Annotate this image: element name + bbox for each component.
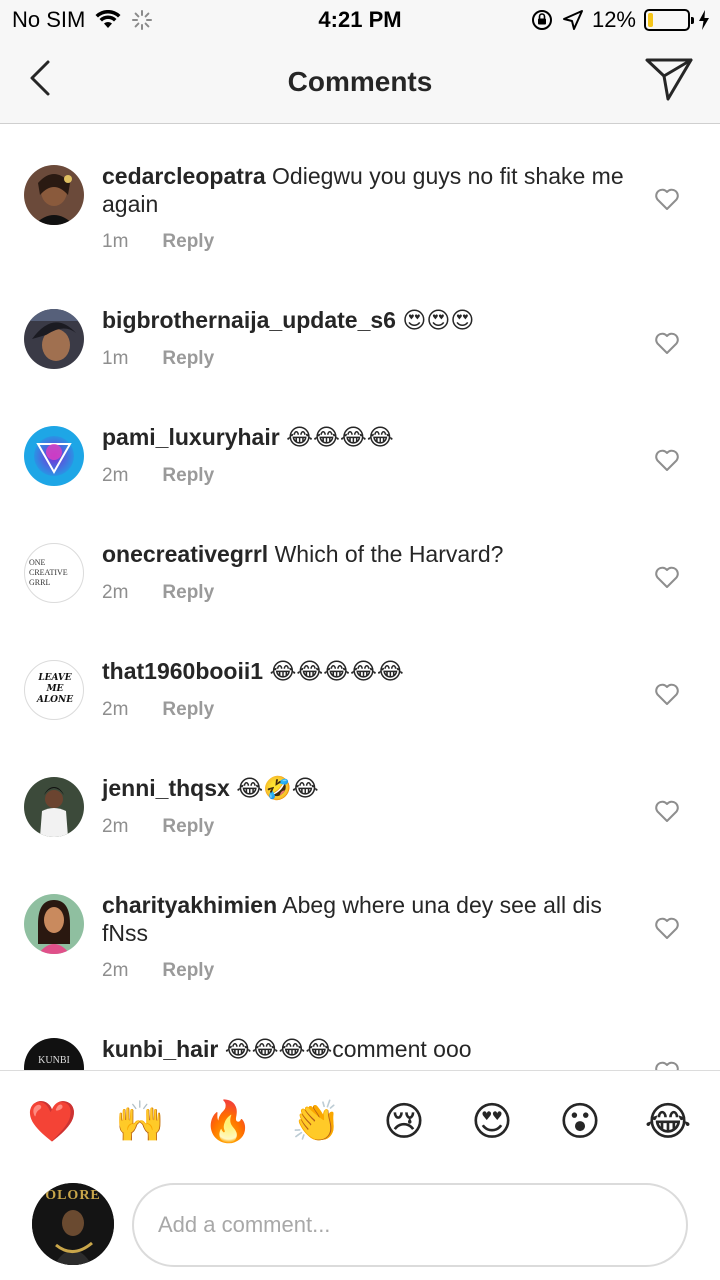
comment-meta: 2m Reply <box>102 960 214 982</box>
heart-icon[interactable] <box>654 565 680 589</box>
comment-time: 2m <box>102 699 129 720</box>
quick-emoji-clap[interactable]: 👏 <box>291 1097 341 1147</box>
location-arrow-icon <box>562 10 583 30</box>
status-bar: No SIM 4:21 PM 12% <box>0 0 720 40</box>
avatar[interactable]: ONE CREATIVE GRRL <box>24 543 84 603</box>
reply-button[interactable]: Reply <box>162 699 214 721</box>
avatar[interactable] <box>24 777 84 837</box>
comment-message: 😂🤣😂 <box>236 775 319 801</box>
comment-username[interactable]: kunbi_hair <box>102 1036 218 1062</box>
quick-emoji-heart-eyes[interactable]: 😍 <box>467 1097 517 1147</box>
comment-text: bigbrothernaija_update_s6 😍😍😍 <box>102 306 632 334</box>
quick-emoji-laughing[interactable]: 😂 <box>643 1097 693 1147</box>
comment-message: Which of the Harvard? <box>274 541 504 567</box>
comment-text: onecreativegrrl Which of the Harvard? <box>102 540 632 568</box>
avatar[interactable] <box>24 309 84 369</box>
comment-message: 😂😂😂😂 <box>286 424 394 450</box>
heart-icon[interactable] <box>654 916 680 940</box>
avatar-logo-text: ONE CREATIVE GRRL <box>29 558 68 587</box>
comment-username[interactable]: jenni_thqsx <box>102 775 230 801</box>
battery-fill <box>648 13 653 27</box>
comment-meta: 1m Reply <box>102 231 214 253</box>
comment-meta: 2m Reply <box>102 816 214 838</box>
paper-plane-icon[interactable] <box>644 56 694 102</box>
avatar-logo-text: LEAVE ME ALONE <box>36 673 74 705</box>
comment-input[interactable] <box>132 1183 688 1267</box>
comment-text: jenni_thqsx 😂🤣😂 <box>102 774 632 802</box>
quick-emoji-surprised[interactable]: 😮 <box>555 1097 605 1147</box>
comment-time: 2m <box>102 582 129 603</box>
comment-meta: 1m Reply <box>102 348 214 370</box>
quick-emoji-raised-hands[interactable]: 🙌 <box>115 1097 165 1147</box>
reply-button[interactable]: Reply <box>162 231 214 253</box>
comment-time: 2m <box>102 465 129 486</box>
heart-icon[interactable] <box>654 799 680 823</box>
comment-time: 2m <box>102 960 129 981</box>
comment-username[interactable]: charityakhimien <box>102 892 277 918</box>
page-title: Comments <box>287 66 433 97</box>
reply-button[interactable]: Reply <box>162 816 214 838</box>
orientation-lock-icon <box>531 10 552 30</box>
nav-bar: Comments <box>0 40 720 124</box>
current-user-avatar-text: OLORE <box>45 1188 101 1203</box>
avatar[interactable]: KUNBI <box>24 1038 84 1070</box>
status-right: 12% <box>530 7 710 33</box>
current-user-avatar: OLORE <box>32 1183 114 1265</box>
comment-message: 😍😍😍 <box>402 307 475 333</box>
quick-emoji-fire[interactable]: 🔥 <box>203 1097 253 1147</box>
comment-text: pami_luxuryhair 😂😂😂😂 <box>102 423 632 451</box>
reply-button[interactable]: Reply <box>162 348 214 370</box>
comment-text: charityakhimien Abeg where una dey see a… <box>102 891 632 947</box>
heart-icon[interactable] <box>654 1060 680 1070</box>
heart-icon[interactable] <box>654 187 680 211</box>
battery-percent: 12% <box>591 7 636 32</box>
comment-username[interactable]: that1960booii1 <box>102 658 263 684</box>
comment-text: kunbi_hair 😂😂😂😂comment ooo <box>102 1035 632 1063</box>
avatar[interactable] <box>24 894 84 954</box>
comment-meta: 2m Reply <box>102 582 214 604</box>
heart-icon[interactable] <box>654 682 680 706</box>
comment-message: 😂😂😂😂comment ooo <box>224 1036 472 1062</box>
quick-emoji-row: ❤️ 🙌 🔥 👏 😢 😍 😮 😂 <box>0 1097 720 1153</box>
charging-bolt-icon <box>699 10 709 30</box>
battery-cap <box>691 17 694 24</box>
comment-text: that1960booii1 😂😂😂😂😂 <box>102 657 632 685</box>
quick-emoji-crying[interactable]: 😢 <box>379 1097 429 1147</box>
comment-username[interactable]: bigbrothernaija_update_s6 <box>102 307 396 333</box>
quick-emoji-heart[interactable]: ❤️ <box>27 1097 77 1147</box>
reply-button[interactable]: Reply <box>162 465 214 487</box>
comment-time: 1m <box>102 348 129 369</box>
comment-meta: 2m Reply <box>102 699 214 721</box>
avatar[interactable] <box>24 426 84 486</box>
comment-username[interactable]: pami_luxuryhair <box>102 424 280 450</box>
comment-message: 😂😂😂😂😂 <box>269 658 404 684</box>
comment-time: 1m <box>102 231 129 252</box>
reply-button[interactable]: Reply <box>162 960 214 982</box>
comment-composer: ❤️ 🙌 🔥 👏 😢 😍 😮 😂 OLORE <box>0 1070 720 1280</box>
comment-username[interactable]: onecreativegrrl <box>102 541 268 567</box>
battery-icon <box>644 9 694 31</box>
reply-button[interactable]: Reply <box>162 582 214 604</box>
comment-text: cedarcleopatra Odiegwu you guys no fit s… <box>102 162 632 218</box>
avatar[interactable]: LEAVE ME ALONE <box>24 660 84 720</box>
comment-username[interactable]: cedarcleopatra <box>102 163 266 189</box>
avatar[interactable] <box>24 165 84 225</box>
avatar-logo-text: KUNBI <box>38 1055 70 1066</box>
comment-list[interactable]: cedarcleopatra Odiegwu you guys no fit s… <box>0 125 720 1070</box>
comment-meta: 2m Reply <box>102 465 214 487</box>
heart-icon[interactable] <box>654 331 680 355</box>
heart-icon[interactable] <box>654 448 680 472</box>
comment-time: 2m <box>102 816 129 837</box>
